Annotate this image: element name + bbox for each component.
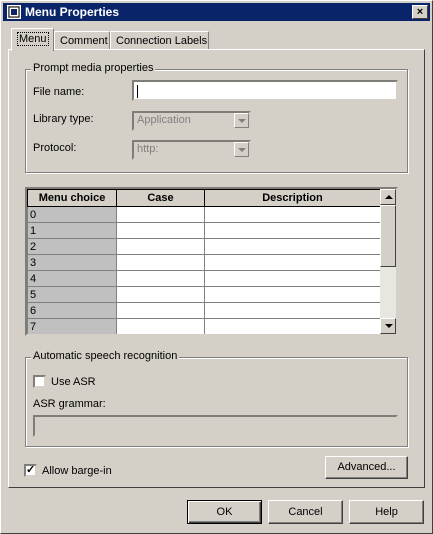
library-type-value: Application [137,114,191,126]
case-cell[interactable] [116,302,205,319]
description-cell[interactable] [204,318,381,334]
column-header-case[interactable]: Case [116,189,205,207]
close-icon[interactable]: × [412,5,428,19]
window-title: Menu Properties [25,5,120,19]
menu-choice-cell[interactable]: 3 [27,254,117,271]
case-cell[interactable] [116,270,205,287]
use-asr-label[interactable]: Use ASR [51,376,96,388]
title-bar[interactable]: Menu Properties × [3,3,430,21]
column-header-menu-choice[interactable]: Menu choice [27,189,117,207]
asr-grammar-label: ASR grammar: [33,398,106,410]
menu-choice-cell[interactable]: 7 [27,318,117,334]
ok-button[interactable]: OK [187,500,262,524]
scroll-up-icon[interactable] [380,189,396,205]
use-asr-checkbox[interactable] [33,375,46,388]
library-type-label: Library type: [33,113,94,125]
menu-choice-cell[interactable]: 6 [27,302,117,319]
help-button[interactable]: Help [349,500,424,524]
description-cell[interactable] [204,206,381,223]
case-cell[interactable] [116,254,205,271]
table-header-row: Menu choice Case Description [27,189,381,207]
description-cell[interactable] [204,222,381,239]
tab-comment[interactable]: Comment [54,31,110,49]
case-cell[interactable] [116,206,205,223]
group-title: Automatic speech recognition [31,350,180,362]
tab-label: Comment [60,35,108,47]
menu-choice-cell[interactable]: 1 [27,222,117,239]
table-row[interactable]: 1 [27,222,381,239]
tab-menu[interactable]: Menu [11,28,54,51]
menu-choice-cell[interactable]: 2 [27,238,117,255]
case-cell[interactable] [116,318,205,334]
scroll-thumb[interactable] [380,205,396,267]
table-scrollbar[interactable] [380,189,396,334]
description-cell[interactable] [204,286,381,303]
allow-barge-in-label[interactable]: Allow barge-in [42,465,112,477]
protocol-label: Protocol: [33,142,77,154]
cancel-button[interactable]: Cancel [268,500,343,524]
table-row[interactable]: 6 [27,302,381,319]
advanced-button[interactable]: Advanced... [325,456,408,479]
case-cell[interactable] [116,222,205,239]
protocol-select[interactable]: http: [132,140,251,160]
case-cell[interactable] [116,238,205,255]
library-type-select[interactable]: Application [132,111,251,131]
table-row[interactable]: 2 [27,238,381,255]
app-icon [7,5,21,19]
allow-barge-in-checkbox[interactable]: ✓ [24,464,37,477]
description-cell[interactable] [204,302,381,319]
chevron-down-icon[interactable] [234,113,249,128]
menu-choice-table[interactable]: Menu choice Case Description 0 1 2 3 4 5… [25,187,398,336]
description-cell[interactable] [204,270,381,287]
file-name-label: File name: [33,86,85,98]
column-header-description[interactable]: Description [204,189,381,207]
chevron-down-icon[interactable] [234,142,249,157]
asr-grammar-input[interactable] [33,415,398,437]
table-row[interactable]: 0 [27,206,381,223]
tab-label: Connection Labels [116,35,208,47]
table-row[interactable]: 5 [27,286,381,303]
file-name-input[interactable] [132,80,398,101]
description-cell[interactable] [204,254,381,271]
tab-label: Menu [17,32,49,46]
text-cursor [137,85,138,98]
check-icon: ✓ [26,464,36,476]
menu-choice-cell[interactable]: 0 [27,206,117,223]
case-cell[interactable] [116,286,205,303]
table-row[interactable]: 3 [27,254,381,271]
tab-connection-labels[interactable]: Connection Labels [110,31,209,49]
menu-choice-cell[interactable]: 5 [27,286,117,303]
table-row[interactable]: 4 [27,270,381,287]
menu-choice-cell[interactable]: 4 [27,270,117,287]
description-cell[interactable] [204,238,381,255]
table-row[interactable]: 7 [27,318,381,334]
scroll-down-icon[interactable] [380,318,396,334]
protocol-value: http: [137,143,159,155]
group-title: Prompt media properties [31,62,156,74]
